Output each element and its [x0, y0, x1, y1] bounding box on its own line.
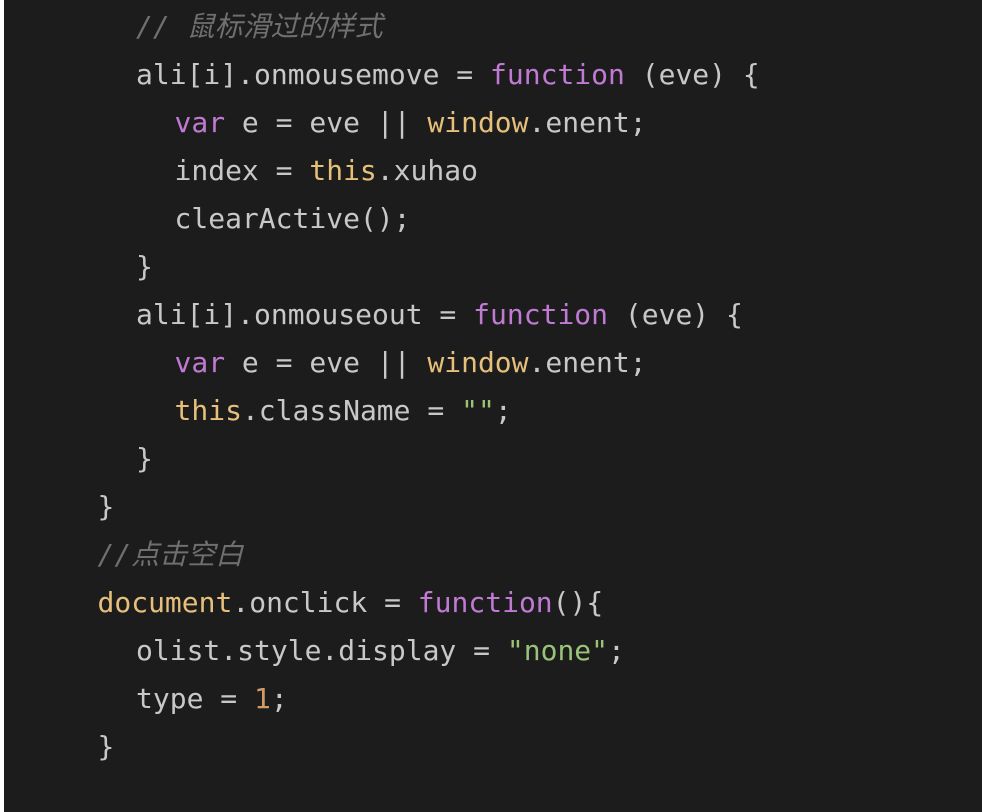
code-token-plain: index =: [174, 154, 310, 187]
code-token-obj: this: [309, 154, 377, 187]
code-token-comment: // 鼠标滑过的样式: [136, 10, 383, 43]
code-token-plain: .className =: [241, 394, 462, 427]
code-token-kw: function: [490, 58, 625, 91]
code-line[interactable]: type = 1;: [4, 675, 760, 723]
code-token-plain: ;: [270, 682, 288, 715]
code-token-kw: var: [174, 346, 226, 379]
code-token-str: "": [461, 394, 495, 427]
code-token-obj: window: [427, 106, 529, 139]
code-token-plain: .xuhao: [376, 154, 478, 187]
code-token-plain: }: [136, 442, 153, 475]
code-token-plain: ;: [494, 394, 512, 427]
code-token-plain: ali[i].onmouseout =: [136, 298, 474, 331]
code-line[interactable]: this.className = "";: [4, 387, 760, 435]
code-line[interactable]: }: [4, 483, 760, 531]
code-token-plain: clearActive();: [174, 202, 411, 235]
code-line[interactable]: clearActive();: [4, 195, 760, 243]
code-token-plain: .onclick =: [232, 586, 418, 619]
code-token-obj: document: [97, 586, 233, 619]
code-line[interactable]: //点击空白: [4, 531, 760, 579]
code-line[interactable]: var e = eve || window.enent;: [4, 339, 760, 387]
code-token-plain: e = eve ||: [225, 346, 428, 379]
code-token-plain: olist.style.display =: [136, 634, 507, 667]
code-token-plain: .enent;: [528, 346, 647, 379]
code-line[interactable]: }: [4, 723, 760, 771]
code-token-kw: function: [473, 298, 609, 331]
code-token-plain: ;: [608, 634, 625, 667]
code-token-obj: this: [174, 394, 242, 427]
code-token-plain: type =: [136, 682, 255, 715]
code-token-plain: ali[i].onmousemove =: [136, 58, 491, 91]
code-token-plain: .enent;: [528, 106, 647, 139]
code-token-obj: window: [427, 346, 529, 379]
code-token-plain: }: [97, 490, 115, 523]
code-token-plain: }: [136, 250, 153, 283]
code-line[interactable]: var e = eve || window.enent;: [4, 99, 760, 147]
code-line[interactable]: // 鼠标滑过的样式: [4, 3, 760, 51]
code-line[interactable]: ali[i].onmousemove = function (eve) {: [4, 51, 760, 99]
code-view[interactable]: // 鼠标滑过的样式 ali[i].onmousemove = function …: [4, 3, 760, 771]
code-line[interactable]: }: [4, 435, 760, 483]
code-token-plain: (){: [552, 586, 604, 619]
code-editor[interactable]: // 鼠标滑过的样式 ali[i].onmousemove = function …: [4, 0, 982, 812]
code-line[interactable]: }: [4, 243, 760, 291]
code-token-kw: var: [174, 106, 226, 139]
code-token-plain: e = eve ||: [225, 106, 428, 139]
code-token-num: 1: [254, 682, 271, 715]
code-token-comment: //点击空白: [97, 538, 244, 571]
code-line[interactable]: index = this.xuhao: [4, 147, 760, 195]
code-token-kw: function: [417, 586, 553, 619]
code-line[interactable]: olist.style.display = "none";: [4, 627, 760, 675]
code-token-plain: (eve) {: [624, 58, 760, 91]
code-token-plain: (eve) {: [608, 298, 743, 331]
code-line[interactable]: ali[i].onmouseout = function (eve) {: [4, 291, 760, 339]
code-token-plain: }: [97, 730, 115, 763]
code-line[interactable]: document.onclick = function(){: [4, 579, 760, 627]
code-token-str: "none": [506, 634, 609, 667]
